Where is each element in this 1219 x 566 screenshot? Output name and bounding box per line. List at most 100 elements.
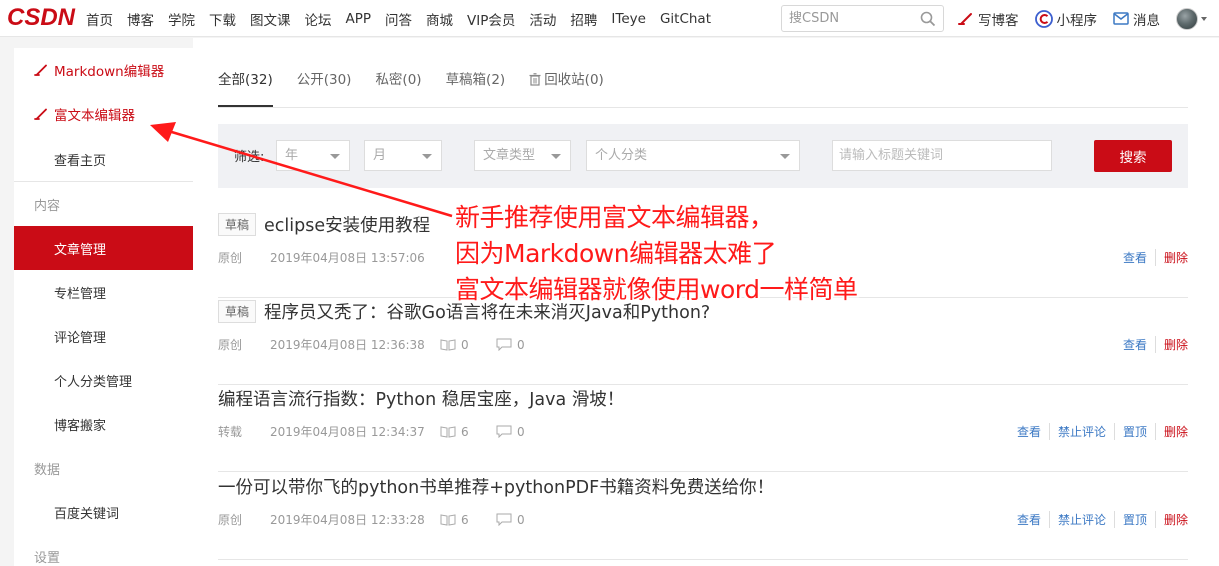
delete-link[interactable]: 删除: [1154, 249, 1188, 266]
annotation-line: 新手推荐使用富文本编辑器，: [455, 203, 774, 232]
view-link[interactable]: 查看: [1123, 249, 1147, 266]
book-icon: [440, 425, 456, 438]
chevron-down-icon: [551, 154, 561, 159]
annotation-line: 因为Markdown编辑器太难了: [455, 239, 777, 268]
article-actions: 查看 删除: [1111, 249, 1188, 266]
comment-icon: [496, 338, 512, 351]
category-select[interactable]: 个人分类: [586, 140, 800, 171]
nav-item-jobs[interactable]: 招聘: [570, 9, 597, 29]
article-title[interactable]: 编程语言流行指数：Python 稳居宝座，Java 滑坡！: [218, 386, 624, 411]
user-menu[interactable]: [1176, 7, 1207, 30]
draft-badge: 草稿: [218, 213, 257, 236]
article-meta: 原创 2019年04月08日 13:57:06: [218, 249, 440, 266]
messages-label: 消息: [1133, 12, 1160, 29]
nav-item-app[interactable]: APP: [346, 11, 372, 27]
article-title-row: 一份可以带你飞的python书单推荐+pythonPDF书籍资料免费送给你！: [218, 474, 774, 499]
sidebar-item-articles[interactable]: 文章管理: [14, 226, 193, 270]
tab-trash[interactable]: 回收站(0): [529, 60, 604, 107]
miniprogram-button[interactable]: 小程序: [1034, 9, 1097, 29]
sidebar-richtext-editor[interactable]: 富文本编辑器: [14, 92, 193, 136]
article-title[interactable]: eclipse安装使用教程: [264, 212, 430, 237]
article-title-row: 编程语言流行指数：Python 稳居宝座，Java 滑坡！: [218, 386, 624, 411]
tab-drafts[interactable]: 草稿箱(2): [446, 60, 506, 107]
view-count: 6: [440, 513, 496, 527]
sidebar-item-columns[interactable]: 专栏管理: [14, 270, 193, 314]
sidebar-item-migration[interactable]: 博客搬家: [14, 402, 193, 446]
view-count-value: 6: [461, 512, 469, 527]
chevron-down-icon: [1201, 16, 1207, 21]
view-link[interactable]: 查看: [1017, 423, 1041, 440]
disable-comments-link[interactable]: 禁止评论: [1048, 511, 1106, 528]
sidebar-item-comments[interactable]: 评论管理: [14, 314, 193, 358]
search-box: [781, 5, 944, 32]
nav-item-academy[interactable]: 学院: [168, 9, 195, 29]
article-date: 2019年04月08日 12:36:38: [270, 338, 425, 352]
article-meta: 原创 2019年04月08日 12:36:38 0 0: [218, 336, 552, 353]
book-icon: [440, 513, 456, 526]
article-type: 原创: [218, 513, 243, 527]
article-date: 2019年04月08日 12:33:28: [270, 513, 425, 527]
nav-item-course[interactable]: 图文课: [250, 9, 291, 29]
comment-count: 0: [496, 425, 552, 439]
article-row: 草稿 程序员又秃了：谷歌Go语言将在未来消灭Java和Python? 原创 20…: [218, 299, 1188, 385]
draft-badge: 草稿: [218, 300, 257, 323]
book-icon: [440, 338, 456, 351]
nav-item-mall[interactable]: 商城: [426, 9, 453, 29]
nav-item-gitchat[interactable]: GitChat: [660, 11, 711, 27]
avatar: [1176, 7, 1198, 30]
annotation-line: 富文本编辑器就像使用word一样简单: [455, 275, 858, 304]
year-select-value: 年: [285, 148, 299, 163]
article-tabs: 全部(32) 公开(30) 私密(0) 草稿箱(2) 回收站(0): [218, 60, 1188, 108]
article-date: 2019年04月08日 12:34:37: [270, 425, 425, 439]
tab-public[interactable]: 公开(30): [297, 60, 352, 107]
tab-all[interactable]: 全部(32): [218, 60, 273, 107]
nav-item-blog[interactable]: 博客: [127, 9, 154, 29]
comment-count-value: 0: [517, 424, 525, 439]
write-blog-label: 写博客: [978, 12, 1019, 29]
pin-link[interactable]: 置顶: [1113, 511, 1147, 528]
article-actions: 查看 删除: [1111, 336, 1188, 353]
chevron-down-icon: [780, 154, 790, 159]
messages-button[interactable]: 消息: [1113, 9, 1160, 29]
year-select[interactable]: 年: [276, 140, 350, 171]
nav-item-vip[interactable]: VIP会员: [467, 9, 515, 29]
article-actions: 查看 禁止评论 置顶 删除: [1005, 511, 1188, 528]
nav-item-home[interactable]: 首页: [86, 9, 113, 29]
nav-item-qa[interactable]: 问答: [385, 9, 412, 29]
article-title[interactable]: 一份可以带你飞的python书单推荐+pythonPDF书籍资料免费送给你！: [218, 474, 774, 499]
disable-comments-link[interactable]: 禁止评论: [1048, 423, 1106, 440]
write-blog-button[interactable]: 写博客: [958, 9, 1019, 29]
article-row: 一份可以带你飞的python书单推荐+pythonPDF书籍资料免费送给你！ 原…: [218, 474, 1188, 560]
nav-item-iteye[interactable]: ITeye: [611, 11, 646, 27]
trash-icon: [529, 73, 541, 86]
article-row: 编程语言流行指数：Python 稳居宝座，Java 滑坡！ 转载 2019年04…: [218, 386, 1188, 472]
sidebar-item-baidu-keywords[interactable]: 百度关键词: [14, 490, 193, 534]
nav-item-forum[interactable]: 论坛: [305, 9, 332, 29]
delete-link[interactable]: 删除: [1154, 336, 1188, 353]
article-type-select-value: 文章类型: [483, 148, 536, 163]
nav-item-events[interactable]: 活动: [529, 9, 556, 29]
sidebar-markdown-editor[interactable]: Markdown编辑器: [14, 48, 193, 92]
mail-icon: [1113, 12, 1129, 25]
sidebar-item-categories[interactable]: 个人分类管理: [14, 358, 193, 402]
tab-private[interactable]: 私密(0): [375, 60, 421, 107]
csdn-logo[interactable]: CSDN: [7, 6, 75, 30]
tab-trash-label: 回收站(0): [544, 72, 604, 88]
search-input[interactable]: [782, 6, 914, 31]
search-button[interactable]: 搜索: [1094, 140, 1172, 172]
article-type: 转载: [218, 425, 243, 439]
search-icon[interactable]: [920, 11, 936, 27]
comment-count: 0: [496, 513, 552, 527]
title-keyword-input[interactable]: [832, 140, 1052, 171]
comment-count: 0: [496, 338, 552, 352]
sidebar-section-data: 数据: [34, 462, 61, 478]
nav-item-download[interactable]: 下载: [209, 9, 236, 29]
sidebar-item-home[interactable]: 查看主页: [14, 138, 193, 182]
article-type-select[interactable]: 文章类型: [474, 140, 571, 171]
view-link[interactable]: 查看: [1123, 336, 1147, 353]
pin-link[interactable]: 置顶: [1113, 423, 1147, 440]
month-select[interactable]: 月: [364, 140, 442, 171]
delete-link[interactable]: 删除: [1154, 423, 1188, 440]
view-link[interactable]: 查看: [1017, 511, 1041, 528]
delete-link[interactable]: 删除: [1154, 511, 1188, 528]
